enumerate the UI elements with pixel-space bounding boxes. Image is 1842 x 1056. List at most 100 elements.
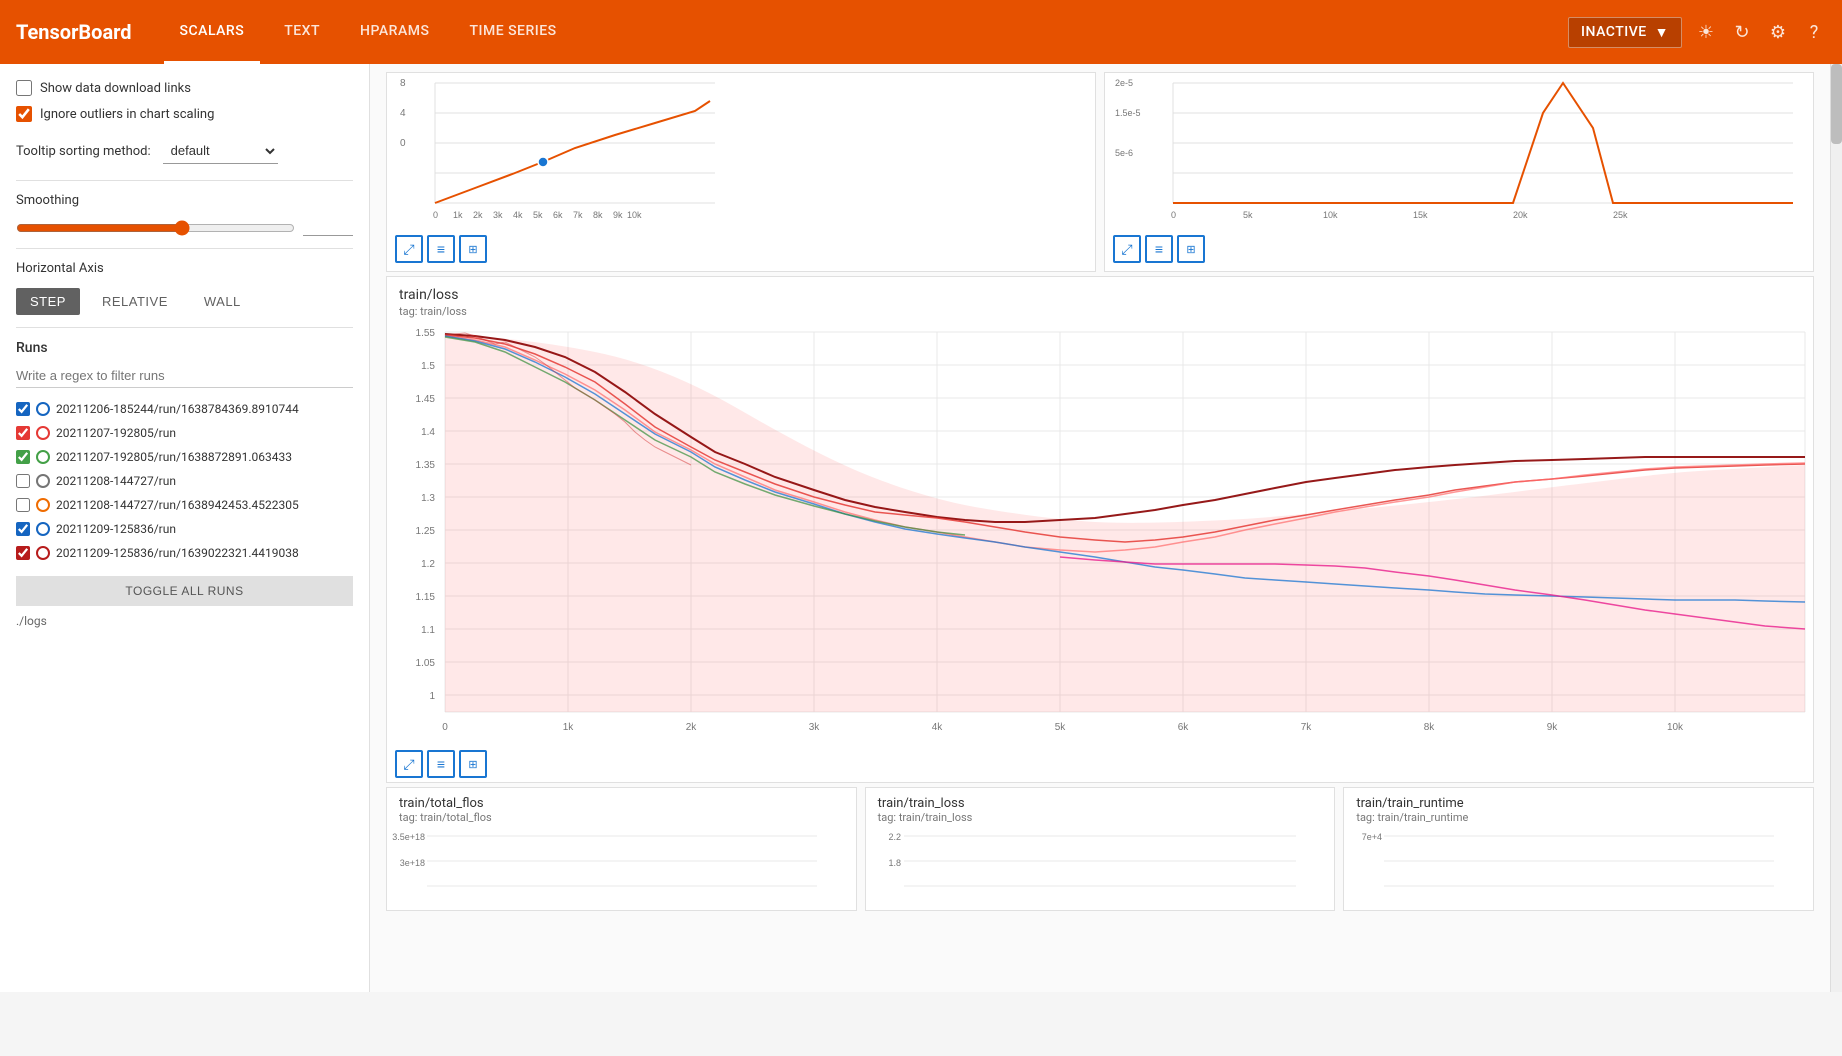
smoothing-value[interactable]: 0.6	[303, 220, 353, 236]
svg-text:2e-5: 2e-5	[1115, 78, 1133, 88]
top-left-chart-actions: ⤢ ≡ ⊞	[387, 231, 1095, 267]
main-layout: Show data download links Ignore outliers…	[0, 64, 1842, 992]
top-left-settings-btn[interactable]: ⊞	[459, 235, 487, 263]
main-chart-svg: 1.55 1.5 1.45 1.4 1.35 1.3 1.25 1.2 1.15…	[395, 322, 1815, 742]
show-download-checkbox[interactable]	[16, 80, 32, 96]
run5-label: 20211208-144727/run/1638942453.4522305	[56, 498, 299, 512]
run3-checkbox[interactable]	[16, 450, 30, 464]
logs-path: ./logs	[16, 614, 353, 628]
svg-text:20k: 20k	[1513, 210, 1528, 220]
top-left-chart: 8 4 0 0 1k 2k 3k 4k 5k 6k	[386, 72, 1096, 272]
runs-list: 20211206-185244/run/1638784369.8910744 2…	[16, 400, 353, 568]
toggle-all-runs-button[interactable]: TOGGLE ALL RUNS	[16, 576, 353, 606]
settings-icon[interactable]: ⚙	[1766, 20, 1790, 44]
run2-label: 20211207-192805/run	[56, 426, 176, 440]
settings-section: Show data download links Ignore outliers…	[16, 80, 353, 122]
svg-text:1.8: 1.8	[888, 858, 901, 868]
top-right-settings-btn[interactable]: ⊞	[1177, 235, 1205, 263]
top-right-svg: 2e-5 1.5e-5 5e-6 0 5k 10k 15k 20k 25k	[1113, 73, 1813, 223]
main-settings-btn[interactable]: ⊞	[459, 750, 487, 778]
bottom-left-chart: train/total_flos tag: train/total_flos 3…	[386, 787, 857, 911]
run1-checkbox[interactable]	[16, 402, 30, 416]
bottom-left-svg: 3.5e+18 3e+18	[387, 826, 827, 906]
svg-text:6k: 6k	[1178, 722, 1190, 733]
svg-text:5k: 5k	[1055, 722, 1067, 733]
axis-wall-btn[interactable]: WALL	[190, 288, 255, 315]
tab-hparams[interactable]: HPARAMS	[344, 0, 445, 64]
tab-scalars[interactable]: SCALARS	[164, 0, 261, 64]
run-item: 20211208-144727/run	[16, 472, 353, 490]
run7-checkbox[interactable]	[16, 546, 30, 560]
run2-color	[36, 426, 50, 440]
run2-checkbox[interactable]	[16, 426, 30, 440]
tab-timeseries[interactable]: TIME SERIES	[453, 0, 572, 64]
svg-text:1.5: 1.5	[421, 361, 435, 372]
top-left-svg: 8 4 0 0 1k 2k 3k 4k 5k 6k	[395, 73, 735, 223]
svg-text:8k: 8k	[1424, 722, 1436, 733]
top-left-expand-btn[interactable]: ⤢	[395, 235, 423, 263]
theme-icon[interactable]: ☀	[1694, 20, 1718, 44]
top-right-expand-btn[interactable]: ⤢	[1113, 235, 1141, 263]
svg-text:5e-6: 5e-6	[1115, 148, 1133, 158]
run6-checkbox[interactable]	[16, 522, 30, 536]
svg-text:5k: 5k	[1243, 210, 1253, 220]
axis-relative-btn[interactable]: RELATIVE	[88, 288, 182, 315]
tab-text[interactable]: TEXT	[268, 0, 336, 64]
svg-text:9k: 9k	[1547, 722, 1559, 733]
run-item: 20211209-125836/run/1639022321.4419038	[16, 544, 353, 562]
svg-text:4: 4	[400, 108, 406, 119]
bottom-mid-chart-title: train/train_loss	[878, 796, 1323, 811]
smoothing-slider[interactable]	[16, 220, 295, 236]
svg-text:1.25: 1.25	[416, 526, 436, 537]
run7-color	[36, 546, 50, 560]
svg-text:2k: 2k	[686, 722, 698, 733]
status-dropdown[interactable]: INACTIVE ▼	[1568, 17, 1682, 48]
svg-text:3e+18: 3e+18	[400, 858, 425, 868]
top-right-svg-area: 2e-5 1.5e-5 5e-6 0 5k 10k 15k 20k 25k	[1105, 73, 1813, 231]
runs-filter-input[interactable]	[16, 364, 353, 388]
svg-text:2.2: 2.2	[888, 832, 901, 842]
svg-text:3k: 3k	[493, 210, 503, 220]
help-icon[interactable]: ?	[1802, 20, 1826, 44]
axis-step-btn[interactable]: STEP	[16, 288, 80, 315]
ignore-outliers-checkbox[interactable]	[16, 106, 32, 122]
svg-text:8k: 8k	[593, 210, 603, 220]
refresh-icon[interactable]: ↻	[1730, 20, 1754, 44]
bottom-mid-title-area: train/train_loss tag: train/train_loss	[866, 788, 1335, 826]
scrollbar[interactable]	[1830, 64, 1842, 992]
tooltip-select[interactable]: default ascending descending nearest	[163, 138, 278, 164]
svg-text:25k: 25k	[1613, 210, 1628, 220]
top-right-data-btn[interactable]: ≡	[1145, 235, 1173, 263]
svg-text:2k: 2k	[473, 210, 483, 220]
run3-color	[36, 450, 50, 464]
divider-1	[16, 180, 353, 181]
svg-text:7k: 7k	[1301, 722, 1313, 733]
top-left-data-btn[interactable]: ≡	[427, 235, 455, 263]
top-left-svg-area: 8 4 0 0 1k 2k 3k 4k 5k 6k	[387, 73, 1095, 231]
run-item: 20211206-185244/run/1638784369.8910744	[16, 400, 353, 418]
main-expand-btn[interactable]: ⤢	[395, 750, 423, 778]
svg-text:1.1: 1.1	[421, 625, 435, 636]
scrollbar-thumb[interactable]	[1831, 64, 1842, 144]
ignore-outliers-label: Ignore outliers in chart scaling	[40, 107, 214, 122]
show-download-label: Show data download links	[40, 81, 191, 96]
run4-checkbox[interactable]	[16, 474, 30, 488]
run3-label: 20211207-192805/run/1638872891.063433	[56, 450, 292, 464]
smoothing-label: Smoothing	[16, 193, 353, 208]
show-download-row: Show data download links	[16, 80, 353, 96]
main-data-btn[interactable]: ≡	[427, 750, 455, 778]
svg-text:7e+4: 7e+4	[1362, 832, 1382, 842]
runs-section: Runs 20211206-185244/run/1638784369.8910…	[16, 340, 353, 628]
horizontal-axis-label: Horizontal Axis	[16, 261, 353, 276]
bottom-mid-chart: train/train_loss tag: train/train_loss 2…	[865, 787, 1336, 911]
chevron-down-icon: ▼	[1655, 24, 1669, 41]
run6-label: 20211209-125836/run	[56, 522, 176, 536]
run6-color	[36, 522, 50, 536]
svg-text:10k: 10k	[1323, 210, 1338, 220]
axis-buttons: STEP RELATIVE WALL	[16, 288, 353, 315]
run5-checkbox[interactable]	[16, 498, 30, 512]
svg-text:4k: 4k	[513, 210, 523, 220]
top-charts-row: 8 4 0 0 1k 2k 3k 4k 5k 6k	[386, 72, 1814, 272]
run1-color	[36, 402, 50, 416]
main-chart-tag: tag: train/loss	[387, 305, 1813, 322]
